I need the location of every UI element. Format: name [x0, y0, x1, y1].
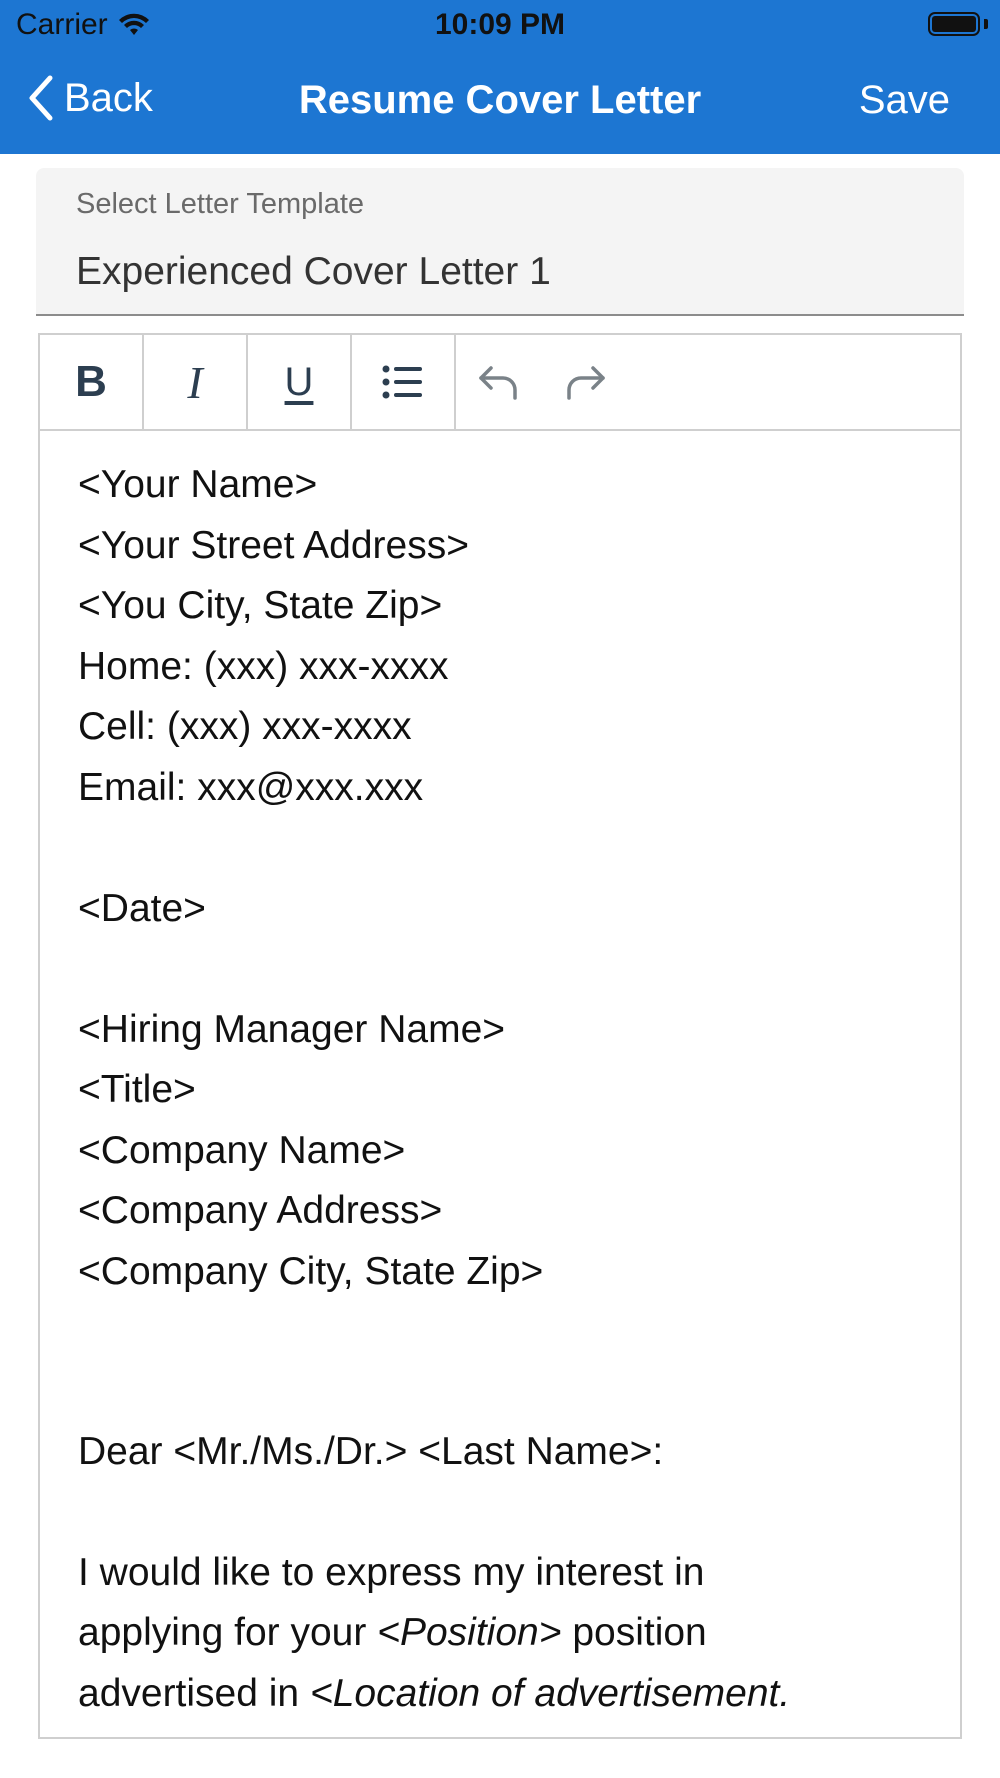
cell-phone: Cell: (xxx) xxx-xxxx [78, 705, 412, 748]
redo-button[interactable] [542, 335, 628, 429]
undo-icon [479, 366, 517, 400]
battery-tip [984, 19, 988, 29]
battery-icon [928, 12, 980, 36]
italic-icon: I [187, 356, 203, 408]
underline-icon: U [284, 359, 314, 404]
sender-street: <Your Street Address> [78, 523, 469, 567]
back-label: Back [64, 75, 153, 120]
redo-icon [567, 366, 605, 400]
salutation-line: Dear <Mr./Ms./Dr.> <Last Name>: [78, 1429, 664, 1473]
recipient-title-line: <Title> [78, 1068, 196, 1111]
template-select[interactable]: Select Letter Template Experienced Cover… [36, 168, 964, 316]
body-line: I would like to express my interest in [78, 1550, 705, 1594]
template-label: Select Letter Template [76, 188, 365, 220]
sender-city: <You City, State Zip> [78, 584, 443, 627]
underline-button[interactable]: U [248, 335, 352, 429]
back-button[interactable]: Back [28, 74, 153, 122]
company-city-line: <Company City, State Zip> [78, 1249, 544, 1293]
bold-icon: B [75, 357, 107, 406]
list-icon [382, 365, 422, 399]
body-text: applying for your [78, 1611, 378, 1654]
status-time: 10:09 PM [434, 8, 566, 41]
bold-button[interactable]: B [40, 335, 144, 429]
save-button[interactable]: Save [859, 78, 950, 123]
italic-button[interactable]: I [144, 335, 248, 429]
hiring-manager-line: <Hiring Manager Name> [78, 1007, 506, 1051]
navigation-bar: Carrier 10:09 PM Back Resume Cover Lette… [0, 0, 1000, 154]
email-line: Email: xxx@xxx.xxx [78, 765, 424, 809]
undo-button[interactable] [456, 335, 542, 429]
editor-toolbar: B I U [40, 335, 960, 431]
sender-name: <Your Name> [78, 463, 318, 506]
home-phone: Home: (xxx) xxx-xxxx [78, 644, 449, 688]
location-placeholder: <Location of advertisement. [309, 1671, 791, 1715]
body-line: advertised in <Location of advertisement… [78, 1664, 930, 1725]
date-line: <Date> [78, 886, 206, 930]
position-placeholder: <Position> [377, 1611, 562, 1654]
body-text: advertised in [78, 1671, 310, 1715]
template-value[interactable]: Experienced Cover Letter 1 [76, 250, 551, 294]
bullet-list-button[interactable] [352, 335, 456, 429]
letter-content[interactable]: <Your Name> <Your Street Address> <You C… [78, 455, 930, 1724]
company-name-line: <Company Name> [78, 1128, 406, 1172]
letter-editor[interactable]: B I U <Your Name> <Your Street Address> … [38, 333, 962, 1739]
body-text: position [561, 1611, 707, 1654]
body-line: applying for your <Position> position [78, 1603, 930, 1664]
company-address-line: <Company Address> [78, 1189, 443, 1232]
chevron-left-icon [29, 75, 53, 121]
